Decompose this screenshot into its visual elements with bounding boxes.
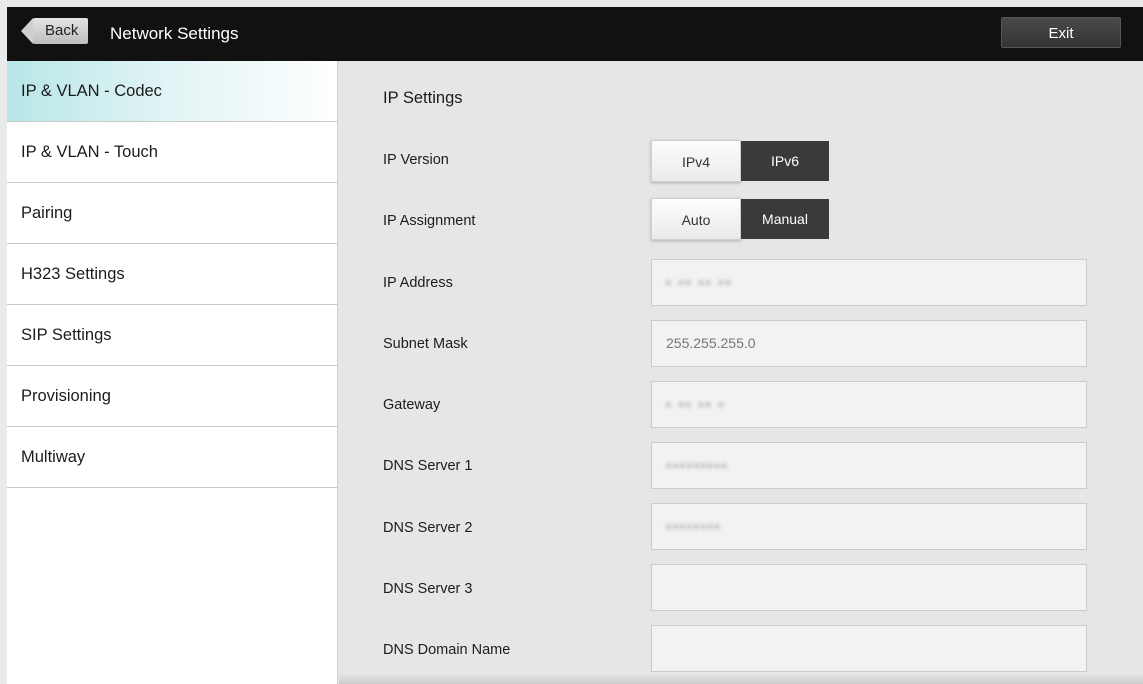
ipv4-option[interactable]: IPv4 xyxy=(651,140,741,182)
sidebar-item-pairing[interactable]: Pairing xyxy=(7,183,337,244)
dns-server-2-value: ▪▪▪▪▪▪▪▪ xyxy=(666,518,722,534)
sidebar-item-ip-vlan-codec[interactable]: IP & VLAN - Codec xyxy=(7,61,337,122)
sidebar-item-multiway[interactable]: Multiway xyxy=(7,427,337,488)
page-title: Network Settings xyxy=(110,24,239,43)
ip-assignment-label: IP Assignment xyxy=(383,213,476,229)
dns-server-2-field[interactable]: ▪▪▪▪▪▪▪▪ xyxy=(651,503,1087,550)
dns-server-1-label: DNS Server 1 xyxy=(383,458,473,474)
ip-assignment-toggle: Auto Manual xyxy=(651,198,829,240)
gateway-value: ▪ ▪▪ ▪▪ ▪ xyxy=(666,396,726,412)
subnet-mask-field[interactable]: 255.255.255.0 xyxy=(651,320,1087,367)
header-bar: Back Network Settings Exit xyxy=(7,7,1143,61)
dns-domain-name-label: DNS Domain Name xyxy=(383,642,511,658)
settings-panel: IP Settings IP Version IPv4 IPv6 IP Assi… xyxy=(339,61,1143,684)
gateway-field[interactable]: ▪ ▪▪ ▪▪ ▪ xyxy=(651,381,1087,428)
dns-server-3-label: DNS Server 3 xyxy=(383,581,473,597)
section-title: IP Settings xyxy=(383,89,463,107)
dns-server-1-field[interactable]: ▪▪▪▪▪▪▪▪▪ xyxy=(651,442,1087,489)
network-settings-screen: Back Network Settings Exit IP & VLAN - C… xyxy=(7,7,1143,684)
ip-version-toggle: IPv4 IPv6 xyxy=(651,140,829,182)
exit-button[interactable]: Exit xyxy=(1001,17,1121,48)
dns-server-3-field[interactable] xyxy=(651,564,1087,611)
gateway-label: Gateway xyxy=(383,397,441,413)
back-button[interactable]: Back xyxy=(20,18,89,44)
sidebar-item-h323-settings[interactable]: H323 Settings xyxy=(7,244,337,305)
dns-domain-name-field[interactable] xyxy=(651,625,1087,672)
auto-option[interactable]: Auto xyxy=(651,198,741,240)
ip-address-value: ▪ ▪▪ ▪▪ ▪▪ xyxy=(666,274,733,290)
dns-server-2-label: DNS Server 2 xyxy=(383,520,473,536)
ip-address-field[interactable]: ▪ ▪▪ ▪▪ ▪▪ xyxy=(651,259,1087,306)
ip-version-label: IP Version xyxy=(383,152,449,168)
subnet-mask-value: 255.255.255.0 xyxy=(666,335,756,351)
sidebar-item-provisioning[interactable]: Provisioning xyxy=(7,366,337,427)
sidebar-item-sip-settings[interactable]: SIP Settings xyxy=(7,305,337,366)
ipv6-option[interactable]: IPv6 xyxy=(741,141,829,181)
manual-option[interactable]: Manual xyxy=(741,199,829,239)
sidebar: IP & VLAN - Codec IP & VLAN - Touch Pair… xyxy=(7,61,338,684)
dns-server-1-value: ▪▪▪▪▪▪▪▪▪ xyxy=(666,457,729,473)
ip-address-label: IP Address xyxy=(383,275,453,291)
scroll-shadow xyxy=(339,674,1143,684)
subnet-mask-label: Subnet Mask xyxy=(383,336,468,352)
sidebar-item-ip-vlan-touch[interactable]: IP & VLAN - Touch xyxy=(7,122,337,183)
